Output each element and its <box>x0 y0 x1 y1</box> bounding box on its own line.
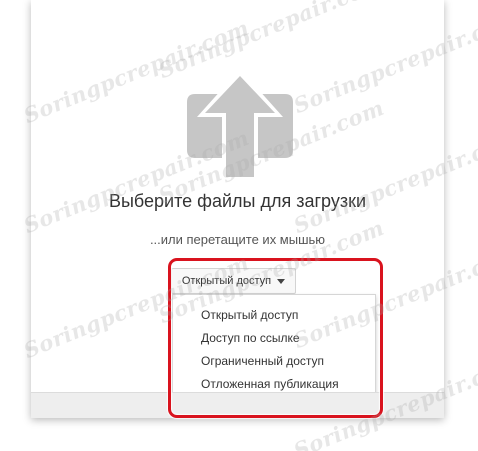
menu-item-public[interactable]: Открытый доступ <box>173 304 375 327</box>
screenshot-stage: Выберите файлы для загрузки ...или перет… <box>0 0 478 451</box>
menu-item-private[interactable]: Ограниченный доступ <box>173 350 375 373</box>
upload-panel: Выберите файлы для загрузки ...или перет… <box>31 0 444 418</box>
upload-title: Выберите файлы для загрузки <box>108 191 367 211</box>
upload-arrow-icon[interactable] <box>179 67 301 183</box>
privacy-selected-label: Открытый доступ <box>181 275 272 287</box>
menu-item-unlisted[interactable]: Доступ по ссылке <box>173 327 375 350</box>
upload-subtitle: ...или перетащите их мышью <box>149 232 326 247</box>
privacy-dropdown-menu: Открытый доступ Доступ по ссылке Огранич… <box>172 294 376 408</box>
panel-bottom-band <box>31 392 444 418</box>
privacy-dropdown-button[interactable]: Открытый доступ <box>171 268 296 294</box>
caret-down-icon <box>277 278 286 284</box>
